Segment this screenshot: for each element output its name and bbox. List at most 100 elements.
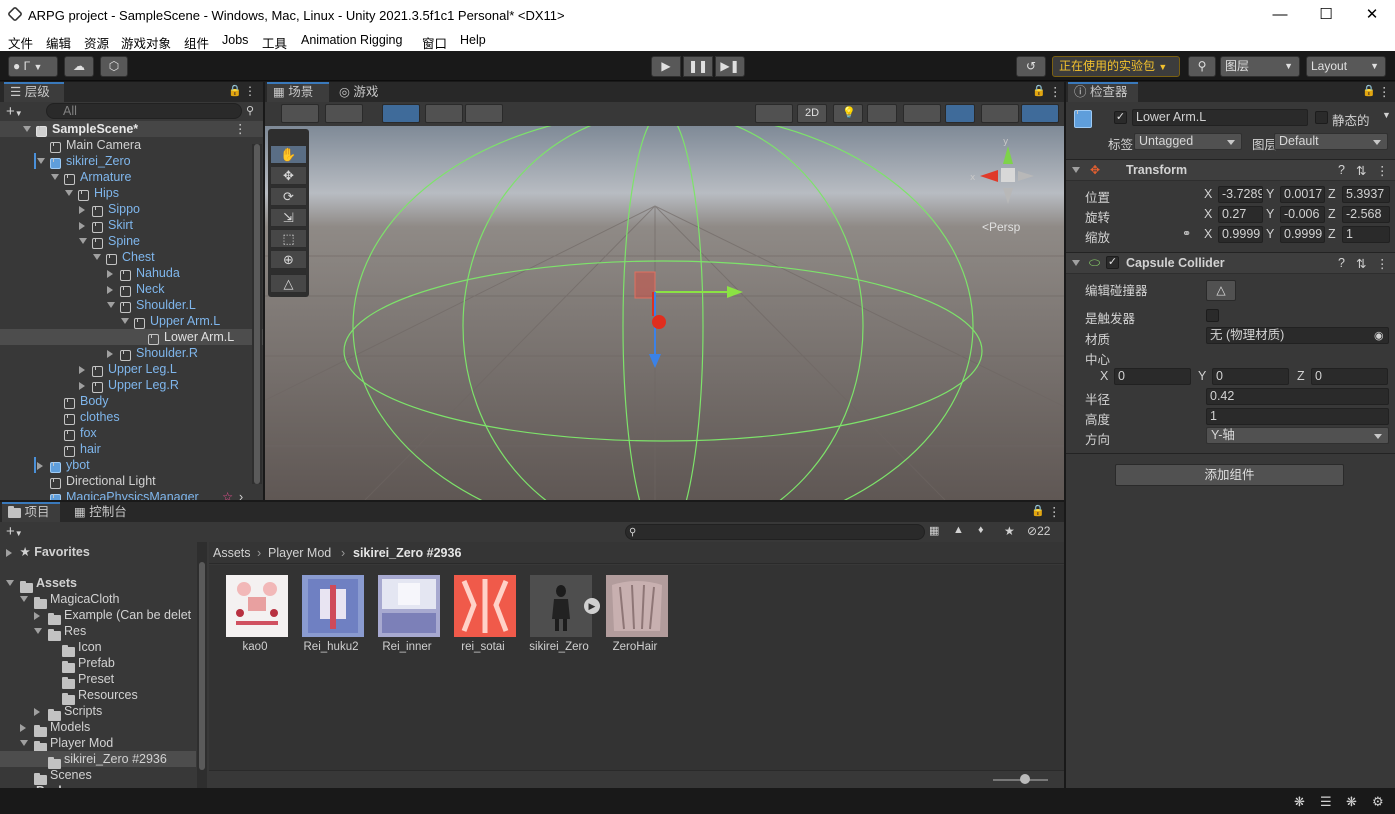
hierarchy-item[interactable]: hair xyxy=(0,441,263,458)
scene-viewport[interactable] xyxy=(265,126,1064,500)
lighting-button[interactable]: 💡 xyxy=(833,104,863,123)
menu-assets[interactable]: 资源 xyxy=(84,33,109,52)
add-object-button[interactable]: +▼ xyxy=(6,103,23,120)
tag-dropdown[interactable]: Untagged xyxy=(1134,133,1242,150)
project-folder-row[interactable]: Prefab xyxy=(0,655,196,673)
breadcrumb-player-mod[interactable]: Player Mod xyxy=(268,546,331,560)
expand-arrow-icon[interactable] xyxy=(79,382,85,390)
grid-snap-button[interactable] xyxy=(382,104,420,123)
expand-arrow-icon[interactable] xyxy=(34,612,40,620)
collapse-arrow-icon[interactable] xyxy=(6,580,14,586)
hierarchy-item[interactable]: fox xyxy=(0,425,263,442)
asset-thumbnail-zerohair[interactable] xyxy=(606,575,668,637)
breadcrumb-current[interactable]: sikirei_Zero #2936 xyxy=(353,546,461,560)
asset-thumbnail-kao0[interactable] xyxy=(226,575,288,637)
project-folder-row[interactable]: Resources xyxy=(0,687,196,705)
hierarchy-scroll-thumb[interactable] xyxy=(254,144,260,484)
hierarchy-search-input[interactable]: All xyxy=(46,103,242,119)
asset-thumbnail-rei-huku2[interactable] xyxy=(302,575,364,637)
progress-status-icon[interactable]: ❋ xyxy=(1346,794,1357,810)
project-folder-row[interactable]: Icon xyxy=(0,639,196,657)
collapse-arrow-icon[interactable] xyxy=(20,740,28,746)
filter-type-icon[interactable]: ▲ xyxy=(953,524,964,536)
collapse-arrow-icon[interactable] xyxy=(65,190,73,196)
2d-toggle-button[interactable]: 2D xyxy=(797,104,827,123)
hierarchy-item[interactable]: Spine xyxy=(0,233,263,250)
step-button[interactable]: ▶❚ xyxy=(715,56,745,77)
expand-arrow-icon[interactable] xyxy=(37,462,43,470)
project-folder-row[interactable]: sikirei_Zero #2936 xyxy=(0,751,196,769)
collider-foldout-icon[interactable] xyxy=(1072,260,1080,266)
tab-console[interactable]: ▦ 控制台 xyxy=(68,502,138,522)
tab-scene[interactable]: ▦ 场景 xyxy=(267,82,329,102)
breadcrumb-assets[interactable]: Assets xyxy=(213,546,251,560)
material-field[interactable]: 无 (物理材质) xyxy=(1206,327,1389,344)
hierarchy-item[interactable]: Lower Arm.L xyxy=(0,329,263,346)
gizmos-button[interactable] xyxy=(1021,104,1059,123)
project-folder-row[interactable]: Preset xyxy=(0,671,196,689)
expand-arrow-icon[interactable] xyxy=(107,350,113,358)
project-folder-row[interactable]: Assets xyxy=(0,575,196,593)
position-y-input[interactable]: 0.0017 xyxy=(1280,186,1325,203)
tab-project[interactable]: 项目 xyxy=(2,502,60,522)
project-lock-icon[interactable]: 🔒 xyxy=(1031,504,1045,517)
center-x-input[interactable]: 0 xyxy=(1114,368,1191,385)
favorite-star-icon[interactable]: ★ xyxy=(1004,524,1015,538)
experimental-packages-button[interactable]: 正在使用的实验包 ▼ xyxy=(1052,56,1180,77)
tab-inspector[interactable]: ⓘ 检查器 xyxy=(1068,82,1138,102)
favorites-row[interactable]: ★ Favorites xyxy=(0,544,196,560)
layers-dropdown[interactable]: 图层 ▼ xyxy=(1220,56,1300,77)
hierarchy-item[interactable]: Hips xyxy=(0,185,263,202)
collab-button[interactable]: ⬡ xyxy=(100,56,128,77)
asset-label-zerohair[interactable]: ZeroHair xyxy=(597,641,673,653)
project-folder-row[interactable]: Packages xyxy=(0,783,196,788)
search-options-icon[interactable]: ⚲ xyxy=(246,104,254,117)
collapse-arrow-icon[interactable] xyxy=(34,628,42,634)
center-z-input[interactable]: 0 xyxy=(1311,368,1388,385)
transform-tool-button[interactable]: ⊕ xyxy=(270,250,307,269)
collapse-arrow-icon[interactable] xyxy=(79,238,87,244)
expand-arrow-icon[interactable] xyxy=(34,708,40,716)
hierarchy-item[interactable]: Main Camera xyxy=(0,137,263,154)
layout-dropdown[interactable]: Layout ▼ xyxy=(1306,56,1386,77)
transform-help-icon[interactable]: ? xyxy=(1338,163,1345,177)
project-tree-scroll-thumb[interactable] xyxy=(199,562,205,770)
custom-tool-button[interactable]: △ xyxy=(270,274,307,293)
position-x-input[interactable]: -3.7289 xyxy=(1218,186,1263,203)
menu-window[interactable]: 窗口 xyxy=(422,33,447,52)
menu-file[interactable]: 文件 xyxy=(8,33,33,52)
add-component-button[interactable]: 添加组件 xyxy=(1115,464,1344,486)
asset-thumbnail-sikirei-zero[interactable] xyxy=(530,575,592,637)
hierarchy-item[interactable]: Nahuda xyxy=(0,265,263,282)
transform-foldout-icon[interactable] xyxy=(1072,167,1080,173)
height-input[interactable]: 1 xyxy=(1206,408,1389,425)
hierarchy-item[interactable]: Skirt xyxy=(0,217,263,234)
asset-thumbnail-rei-inner[interactable] xyxy=(378,575,440,637)
static-dropdown-icon[interactable]: ▼ xyxy=(1382,110,1391,120)
expand-arrow-icon[interactable] xyxy=(79,222,85,230)
fx-button[interactable] xyxy=(903,104,941,123)
project-tree-scrollbar[interactable] xyxy=(197,542,207,788)
menu-jobs[interactable]: Jobs xyxy=(222,33,248,47)
collider-menu-icon[interactable]: ⋮ xyxy=(1376,256,1389,271)
project-more-icon[interactable]: ⋮ xyxy=(1048,504,1061,519)
ruler-button[interactable] xyxy=(465,104,503,123)
menu-help[interactable]: Help xyxy=(460,33,486,47)
transform-menu-icon[interactable]: ⋮ xyxy=(1376,163,1389,178)
hierarchy-item[interactable]: MagicaPhysicsManager ☆ › xyxy=(0,489,263,500)
radius-input[interactable]: 0.42 xyxy=(1206,388,1389,405)
scene-more-icon[interactable]: ⋮ xyxy=(1049,84,1062,99)
project-folder-row[interactable]: MagicaCloth xyxy=(0,591,196,609)
collapse-arrow-icon[interactable] xyxy=(23,126,31,132)
project-folder-row[interactable]: Res xyxy=(0,623,196,641)
project-folder-row[interactable]: Scenes xyxy=(0,767,196,785)
hierarchy-item[interactable]: Body xyxy=(0,393,263,410)
audio-button[interactable] xyxy=(867,104,897,123)
edit-collider-button[interactable]: △ xyxy=(1206,280,1236,301)
hierarchy-item[interactable]: Neck xyxy=(0,281,263,298)
collapse-arrow-icon[interactable] xyxy=(51,174,59,180)
center-y-input[interactable]: 0 xyxy=(1212,368,1289,385)
close-button[interactable]: ✕ xyxy=(1349,0,1395,30)
rotation-x-input[interactable]: 0.27 xyxy=(1218,206,1263,223)
hierarchy-item[interactable]: ybot xyxy=(0,457,263,474)
